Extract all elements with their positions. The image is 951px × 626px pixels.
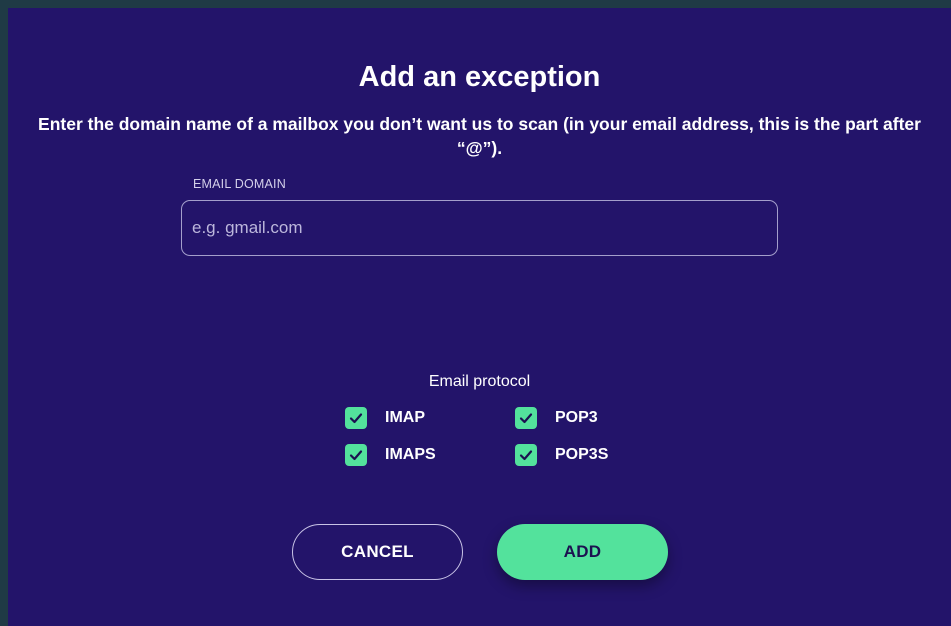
protocol-option-imaps[interactable]: IMAPS [345, 443, 436, 467]
check-icon [349, 413, 363, 424]
email-domain-input[interactable] [181, 200, 778, 256]
pop3-checkbox[interactable] [515, 407, 537, 429]
add-exception-dialog: Add an exception Enter the domain name o… [8, 8, 951, 626]
protocol-option-pop3[interactable]: POP3 [515, 406, 598, 430]
check-icon [519, 450, 533, 461]
pop3s-checkbox[interactable] [515, 444, 537, 466]
email-domain-label: EMAIL DOMAIN [193, 177, 286, 191]
imap-label: IMAP [385, 409, 425, 426]
cancel-button[interactable]: CANCEL [292, 524, 463, 580]
imaps-checkbox[interactable] [345, 444, 367, 466]
check-icon [349, 450, 363, 461]
email-protocol-label: Email protocol [428, 373, 531, 390]
pop3-label: POP3 [555, 409, 598, 426]
dialog-title: Add an exception [358, 61, 601, 93]
protocol-option-imap[interactable]: IMAP [345, 406, 425, 430]
protocol-option-pop3s[interactable]: POP3S [515, 443, 608, 467]
imaps-label: IMAPS [385, 446, 436, 463]
check-icon [519, 413, 533, 424]
dialog-description: Enter the domain name of a mailbox you d… [38, 114, 921, 158]
add-button[interactable]: ADD [497, 524, 668, 580]
imap-checkbox[interactable] [345, 407, 367, 429]
pop3s-label: POP3S [555, 446, 609, 463]
